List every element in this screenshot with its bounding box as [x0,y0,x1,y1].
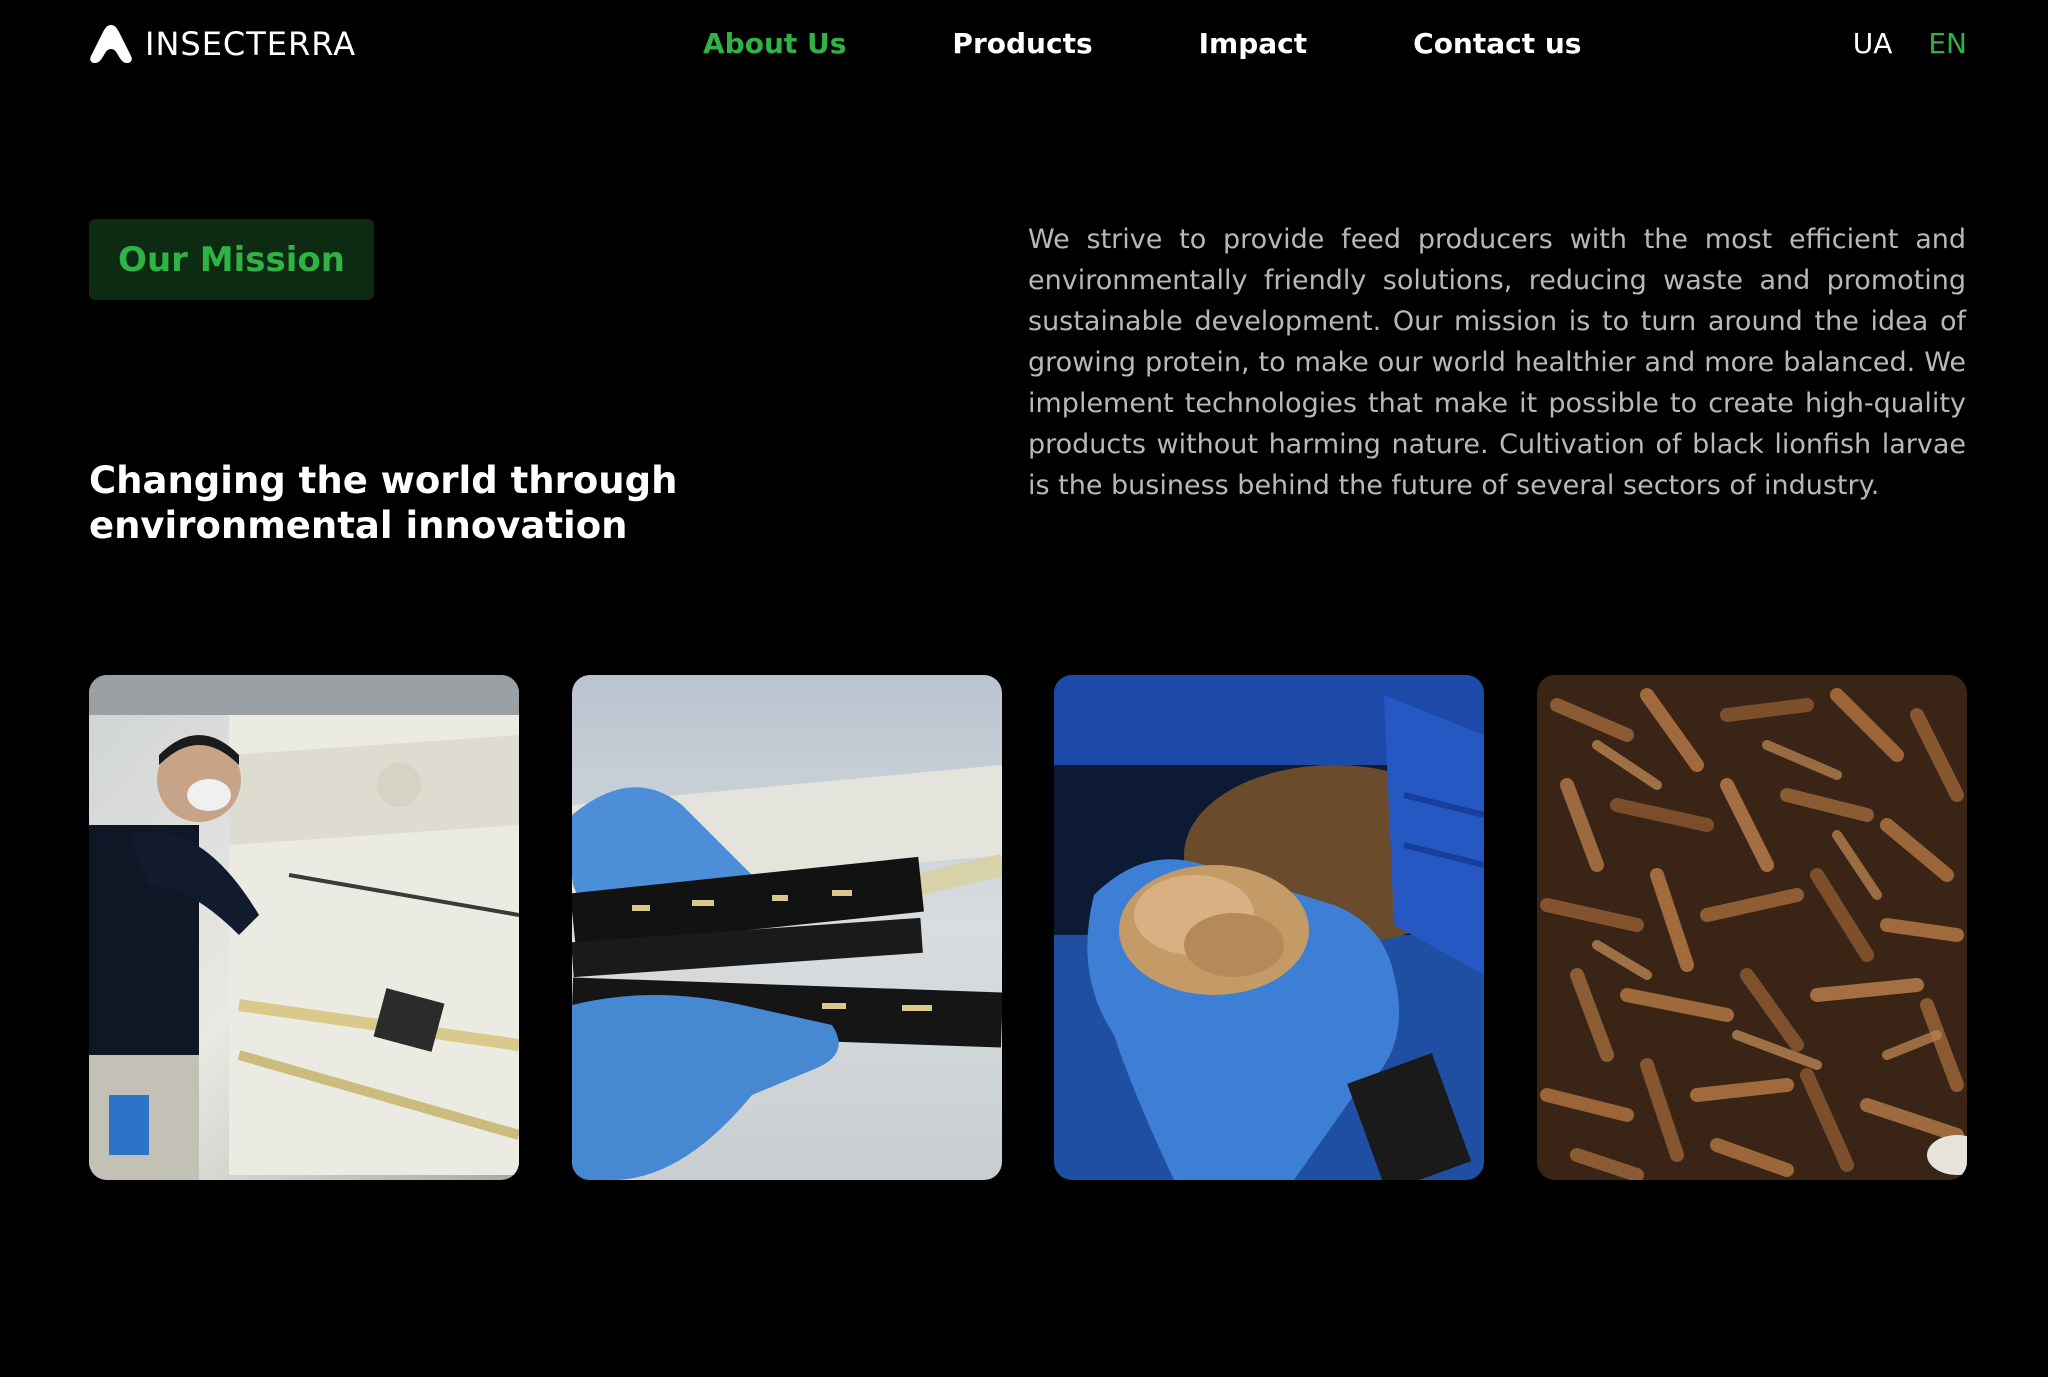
photo-hand-holding-substrate [1054,675,1485,1180]
language-ua[interactable]: UA [1853,22,1893,66]
nav-item-about-us[interactable]: About Us [703,22,846,66]
mission-badge: Our Mission [89,219,374,300]
main-nav: About Us Products Impact Contact us [703,22,1581,66]
language-switcher: UA EN [1817,22,1967,66]
nav-item-contact-us[interactable]: Contact us [1413,22,1581,66]
brand-logo[interactable]: INSECTERRA [89,22,356,66]
mission-headline: Changing the world through environmental… [89,459,678,547]
nav-item-impact[interactable]: Impact [1199,22,1308,66]
insecterra-logo-icon [90,25,132,63]
language-en[interactable]: EN [1928,22,1967,66]
mission-description: We strive to provide feed producers with… [1028,224,1966,501]
photo-larvae-pile [1536,675,1967,1180]
site-header: INSECTERRA About Us Products Impact Cont… [89,0,1967,88]
brand-name: INSECTERRA [145,25,357,63]
photo-gallery [89,675,1967,1180]
photo-gloved-hands-trays [571,675,1002,1180]
photo-worker-at-farm [89,675,519,1180]
nav-item-products[interactable]: Products [952,22,1092,66]
